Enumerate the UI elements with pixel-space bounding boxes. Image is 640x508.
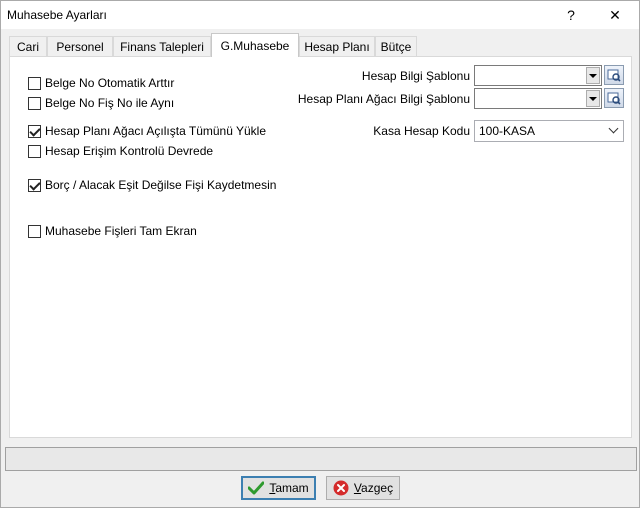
kasa-hesap-kodu-select[interactable]: 100-KASA — [474, 120, 624, 142]
tab-personel[interactable]: Personel — [47, 36, 113, 57]
ok-button[interactable]: Tamam — [241, 476, 316, 500]
checkbox-hesap-erisim[interactable]: Hesap Erişim Kontrolü Devrede — [28, 144, 213, 158]
close-button[interactable]: ✕ — [593, 1, 637, 29]
chevron-down-icon[interactable] — [586, 67, 600, 84]
checkbox-hesap-plani-agaci[interactable]: Hesap Planı Ağacı Açılışta Tümünü Yükle — [28, 124, 266, 138]
cancel-icon — [333, 480, 349, 496]
checkbox-tam-ekran[interactable]: Muhasebe Fişleri Tam Ekran — [28, 224, 197, 238]
help-button[interactable]: ? — [549, 1, 593, 29]
tab-cari[interactable]: Cari — [9, 36, 47, 57]
hesap-bilgi-sablonu-combo[interactable] — [474, 65, 602, 86]
checkbox-box[interactable] — [28, 224, 41, 238]
chevron-down-icon — [608, 123, 619, 134]
checkbox-label: Hesap Planı Ağacı Açılışta Tümünü Yükle — [45, 124, 267, 138]
kasa-hesap-kodu-label: Kasa Hesap Kodu — [373, 124, 470, 138]
status-bar — [5, 447, 637, 471]
checkbox-box[interactable] — [28, 124, 41, 138]
hesap-bilgi-sablonu-label: Hesap Bilgi Şablonu — [361, 69, 470, 83]
cancel-label: Vazgeç — [353, 481, 394, 495]
tab-g-muhasebe[interactable]: G.Muhasebe — [211, 33, 299, 57]
chevron-down-icon[interactable] — [586, 90, 600, 107]
title-bar: Muhasebe Ayarları ? ✕ — [1, 1, 639, 29]
checkbox-box[interactable] — [28, 178, 41, 192]
tab-hesap-plani[interactable]: Hesap Planı — [299, 36, 375, 57]
muhasebe-panel: Belge No Otomatik Arttır Belge No Fiş No… — [9, 56, 632, 438]
tab-finans-talepleri[interactable]: Finans Talepleri — [113, 36, 211, 57]
checkbox-borc-alacak[interactable]: Borç / Alacak Eşit Değilse Fişi Kaydetme… — [28, 178, 276, 192]
checkbox-belge-no-fis-no[interactable]: Belge No Fiş No ile Aynı — [28, 96, 174, 110]
checkbox-label: Hesap Erişim Kontrolü Devrede — [45, 144, 214, 158]
settings-dialog: Muhasebe Ayarları ? ✕ Cari Personel Fina… — [0, 0, 640, 508]
checkbox-label: Borç / Alacak Eşit Değilse Fişi Kaydetme… — [45, 178, 277, 192]
window-title: Muhasebe Ayarları — [7, 8, 107, 22]
hesap-bilgi-sablonu-lookup-button[interactable] — [604, 65, 624, 85]
lookup-icon — [607, 92, 621, 105]
ok-label: Tamam — [269, 481, 309, 495]
cancel-button[interactable]: Vazgeç — [326, 476, 400, 500]
help-icon: ? — [567, 7, 575, 23]
checkbox-label: Muhasebe Fişleri Tam Ekran — [45, 224, 197, 238]
hesap-plani-agaci-bilgi-sablonu-combo[interactable] — [474, 88, 602, 109]
close-icon: ✕ — [609, 6, 621, 23]
hesap-plani-agaci-lookup-button[interactable] — [604, 88, 624, 108]
checkbox-box[interactable] — [28, 144, 41, 158]
checkbox-label: Belge No Fiş No ile Aynı — [45, 96, 175, 110]
lookup-icon — [607, 69, 621, 82]
checkbox-box[interactable] — [28, 76, 41, 90]
hesap-plani-agaci-bilgi-sablonu-label: Hesap Planı Ağacı Bilgi Şablonu — [297, 92, 470, 106]
tab-butce[interactable]: Bütçe — [375, 36, 417, 57]
check-icon — [248, 481, 265, 495]
checkbox-box[interactable] — [28, 96, 41, 110]
checkbox-belge-no-otomatik[interactable]: Belge No Otomatik Arttır — [28, 76, 174, 90]
checkbox-label: Belge No Otomatik Arttır — [45, 76, 175, 90]
